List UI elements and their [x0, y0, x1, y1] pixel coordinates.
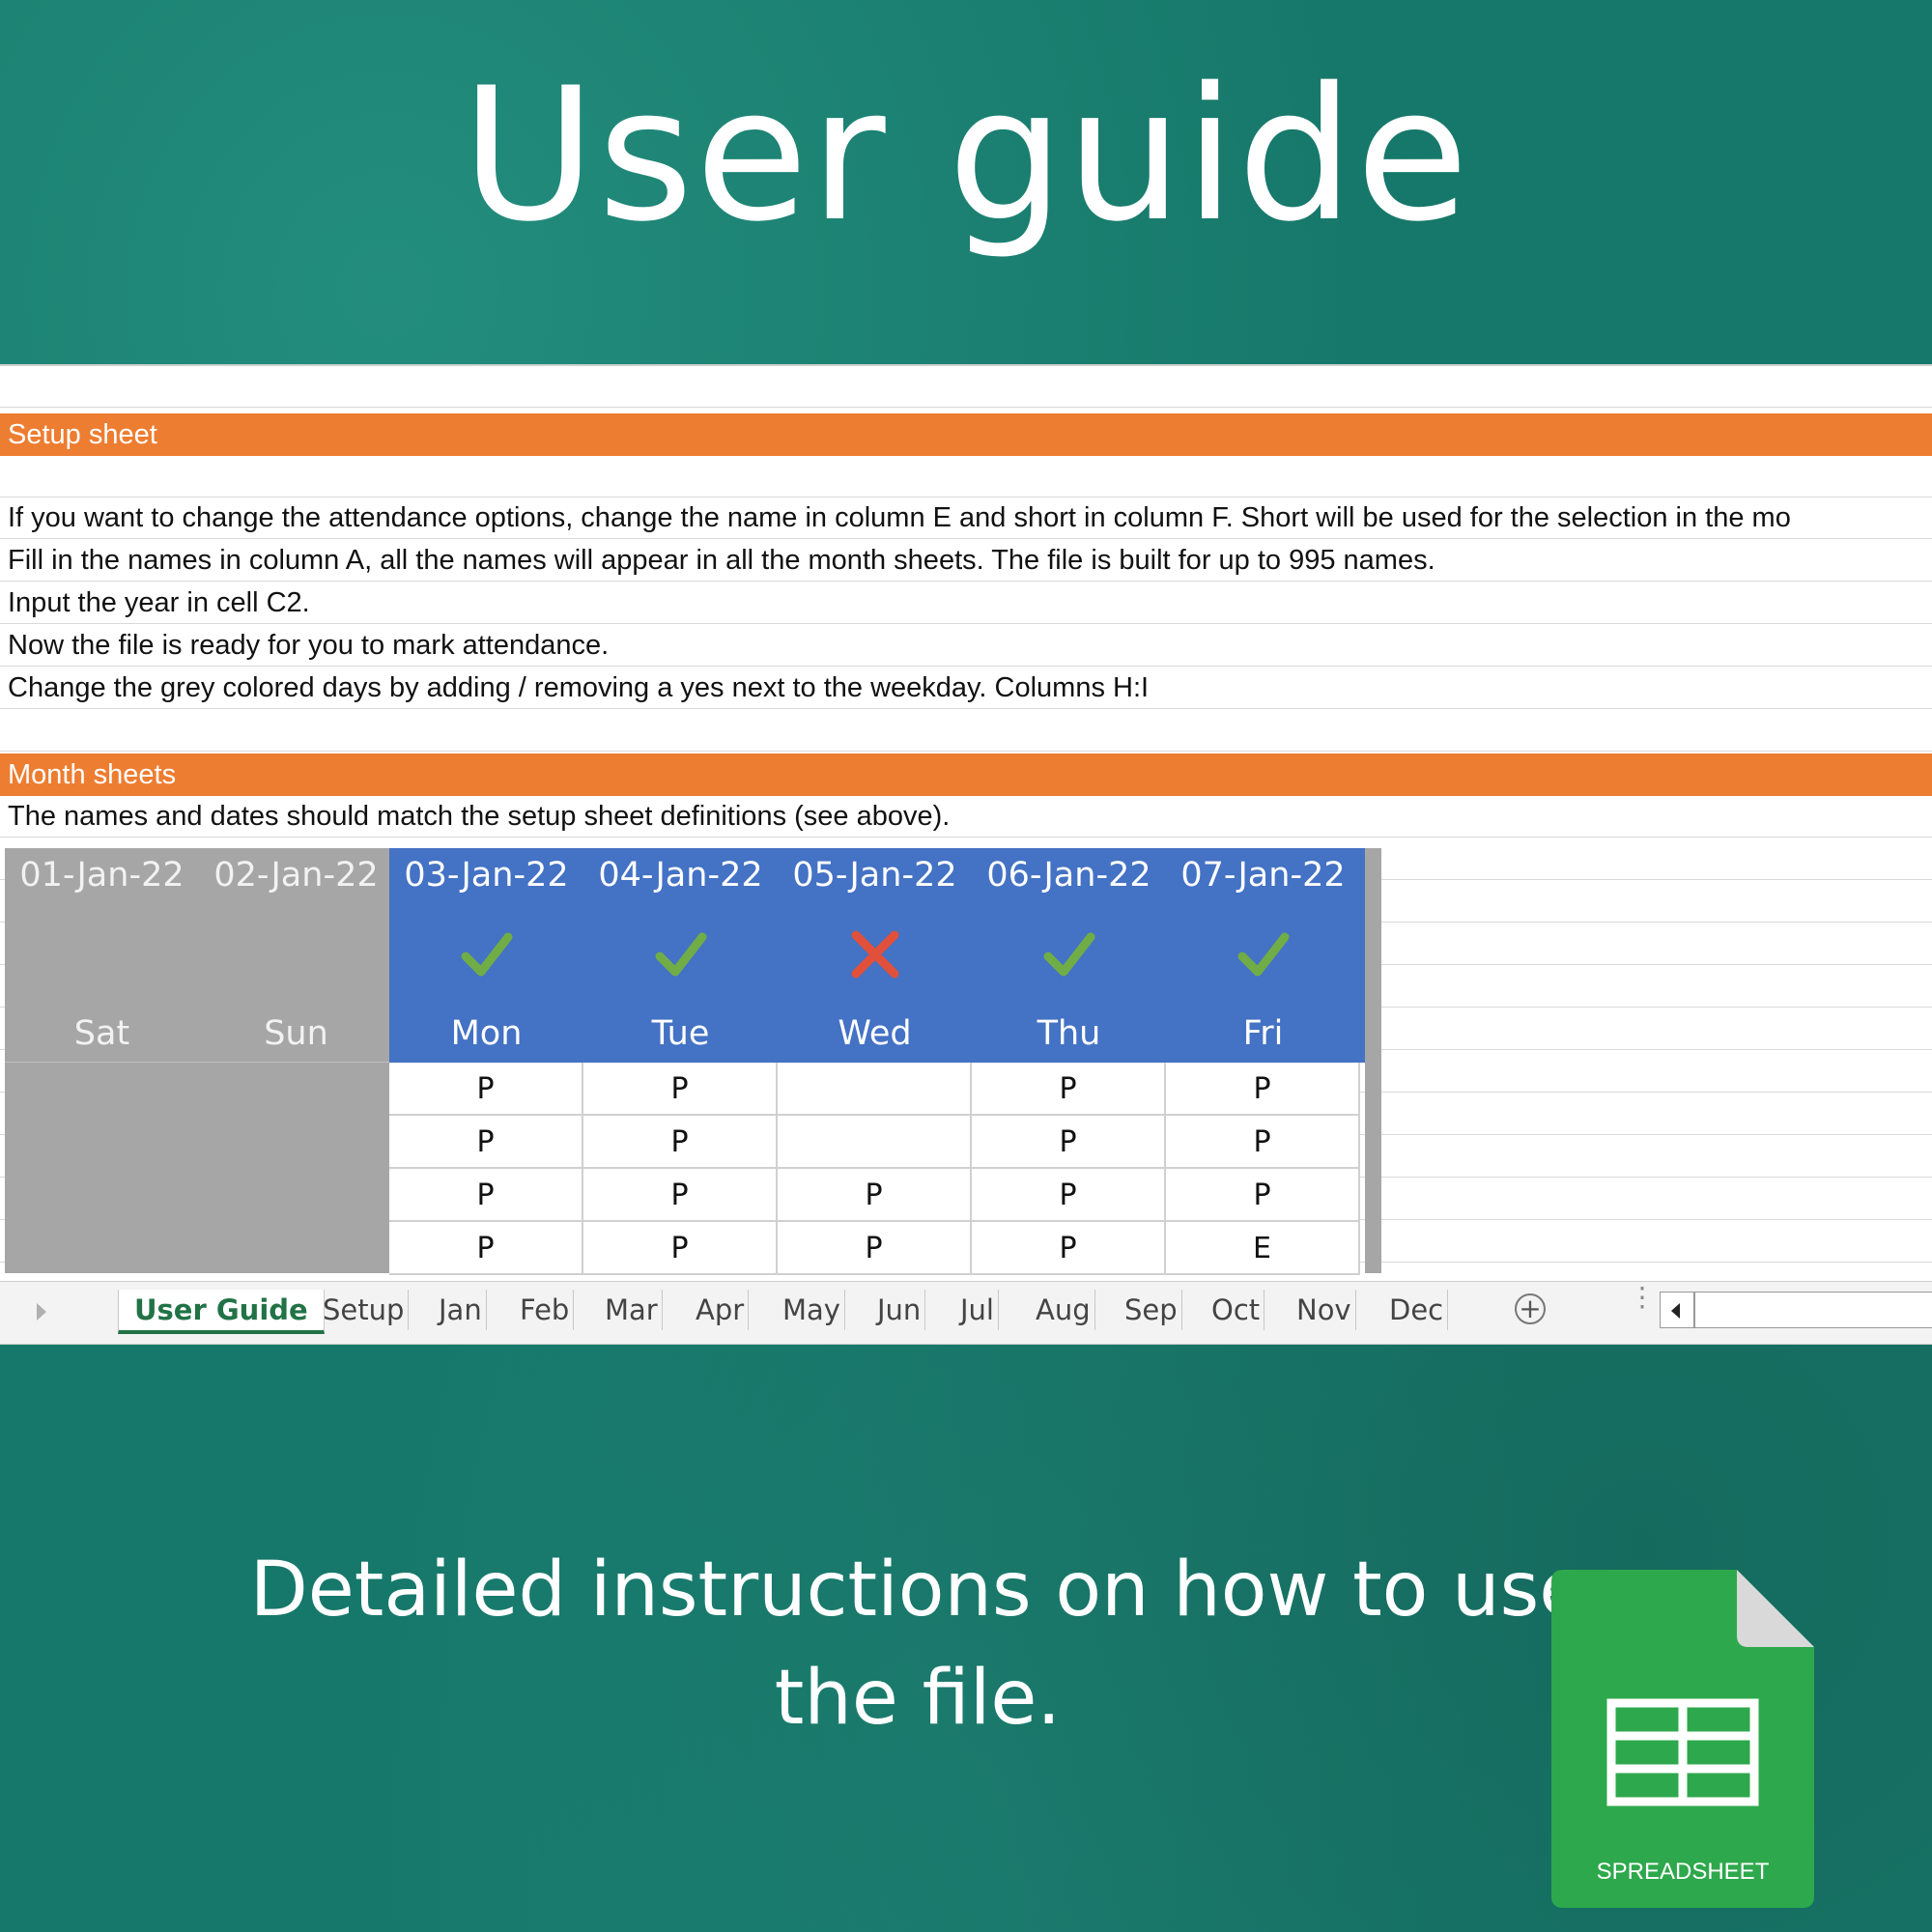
- day-label: Sun: [264, 1014, 328, 1053]
- attendance-cell[interactable]: P: [583, 1116, 778, 1169]
- attendance-cell[interactable]: [778, 1116, 972, 1169]
- tab-scroll-left-icon[interactable]: [37, 1303, 46, 1321]
- attendance-cell[interactable]: P: [389, 1222, 583, 1275]
- date-label: 06-Jan-22: [986, 856, 1151, 895]
- bottom-caption: Detailed instructions on how to use the …: [213, 1536, 1623, 1752]
- date-label: 03-Jan-22: [404, 856, 569, 895]
- setup-instruction-row[interactable]: If you want to change the attendance opt…: [0, 497, 1932, 539]
- date-label: 07-Jan-22: [1180, 856, 1346, 895]
- date-column-sat[interactable]: 01-Jan-22 Sat: [5, 848, 199, 1063]
- blank-row[interactable]: [0, 366, 1932, 408]
- setup-instruction-row[interactable]: Change the grey colored days by adding /…: [0, 668, 1932, 709]
- attendance-cell[interactable]: P: [972, 1116, 1166, 1169]
- tab-user-guide[interactable]: User Guide: [118, 1290, 325, 1334]
- scroll-left-button[interactable]: [1660, 1292, 1694, 1328]
- month-sheets-header[interactable]: Month sheets: [0, 753, 1932, 796]
- setup-instruction-row[interactable]: Now the file is ready for you to mark at…: [0, 625, 1932, 667]
- date-label: 01-Jan-22: [19, 856, 185, 895]
- tab-may[interactable]: May: [779, 1290, 845, 1330]
- attendance-cell[interactable]: P: [389, 1169, 583, 1222]
- attendance-cell[interactable]: P: [778, 1169, 972, 1222]
- date-label: 04-Jan-22: [598, 856, 763, 895]
- blank-row[interactable]: [0, 710, 1932, 752]
- cross-icon: [851, 930, 899, 979]
- attendance-cell[interactable]: P: [389, 1063, 583, 1116]
- date-label: 05-Jan-22: [792, 856, 957, 895]
- attendance-cell[interactable]: P: [583, 1222, 778, 1275]
- attendance-cell[interactable]: [778, 1063, 972, 1116]
- spreadsheet-file-icon: SPREADSHEET: [1551, 1570, 1814, 1908]
- add-sheet-icon[interactable]: +: [1515, 1293, 1546, 1324]
- attendance-cell[interactable]: P: [972, 1222, 1166, 1275]
- sheet-tab-bar: User Guide Setup Jan Feb Mar Apr May Jun…: [0, 1281, 1932, 1345]
- tab-dec[interactable]: Dec: [1385, 1290, 1449, 1330]
- attendance-cell[interactable]: P: [583, 1169, 778, 1222]
- weekday-header-band: 03-Jan-22 Mon 04-Jan-22 Tue 05-Jan-22 We…: [389, 848, 1365, 1063]
- attendance-cell[interactable]: P: [1166, 1169, 1360, 1222]
- checkmark-icon: [461, 932, 513, 977]
- day-label: Tue: [651, 1014, 710, 1053]
- setup-instruction-row[interactable]: Fill in the names in column A, all the n…: [0, 540, 1932, 582]
- date-column-wed[interactable]: 05-Jan-22 Wed: [778, 848, 972, 1063]
- tab-mar[interactable]: Mar: [601, 1290, 663, 1330]
- attendance-cell[interactable]: P: [972, 1169, 1166, 1222]
- weekend-columns: 01-Jan-22 Sat 02-Jan-22 Sun: [5, 848, 389, 1273]
- tab-sep[interactable]: Sep: [1121, 1290, 1182, 1330]
- tab-jan[interactable]: Jan: [435, 1290, 487, 1330]
- day-label: Mon: [450, 1014, 523, 1053]
- tab-apr[interactable]: Apr: [692, 1290, 750, 1330]
- date-column-tue[interactable]: 04-Jan-22 Tue: [583, 848, 778, 1063]
- month-instruction-row[interactable]: The names and dates should match the set…: [0, 796, 1932, 838]
- horizontal-scrollbar[interactable]: [1694, 1292, 1932, 1328]
- checkmark-icon: [1237, 932, 1290, 977]
- attendance-cell[interactable]: P: [778, 1222, 972, 1275]
- date-column-thu[interactable]: 06-Jan-22 Thu: [972, 848, 1166, 1063]
- tab-jul[interactable]: Jul: [956, 1290, 999, 1330]
- tab-aug[interactable]: Aug: [1032, 1290, 1095, 1330]
- tab-setup[interactable]: Setup: [319, 1290, 410, 1330]
- tab-oct[interactable]: Oct: [1208, 1290, 1265, 1330]
- attendance-cell[interactable]: E: [1166, 1222, 1360, 1275]
- hero-title: User guide: [461, 48, 1471, 262]
- divider: [5, 1062, 389, 1063]
- date-column-sun[interactable]: 02-Jan-22 Sun: [199, 848, 393, 1063]
- day-label: Wed: [838, 1014, 912, 1053]
- attendance-cell[interactable]: P: [389, 1116, 583, 1169]
- caption-line-2: the file.: [774, 1655, 1062, 1742]
- attendance-cell[interactable]: P: [1166, 1063, 1360, 1116]
- more-options-icon[interactable]: ⋮: [1629, 1284, 1656, 1311]
- blank-row[interactable]: [0, 456, 1932, 497]
- day-label: Thu: [1037, 1014, 1101, 1053]
- tab-jun[interactable]: Jun: [873, 1290, 926, 1330]
- table-edge: [1365, 848, 1381, 1273]
- caption-line-1: Detailed instructions on how to use: [249, 1547, 1586, 1634]
- day-label: Fri: [1242, 1014, 1284, 1053]
- day-label: Sat: [73, 1014, 130, 1053]
- attendance-cell[interactable]: P: [1166, 1116, 1360, 1169]
- attendance-cell[interactable]: P: [972, 1063, 1166, 1116]
- checkmark-icon: [1043, 932, 1095, 977]
- setup-sheet-header[interactable]: Setup sheet: [0, 413, 1932, 456]
- setup-instruction-row[interactable]: Input the year in cell C2.: [0, 582, 1932, 624]
- attendance-preview: 01-Jan-22 Sat 02-Jan-22 Sun 03-Jan-22 Mo…: [5, 848, 1381, 1275]
- tab-feb[interactable]: Feb: [516, 1290, 575, 1330]
- file-icon-label: SPREADSHEET: [1597, 1859, 1770, 1885]
- date-label: 02-Jan-22: [213, 856, 379, 895]
- checkmark-icon: [655, 932, 707, 977]
- date-column-mon[interactable]: 03-Jan-22 Mon: [389, 848, 583, 1063]
- tab-nov[interactable]: Nov: [1293, 1290, 1356, 1330]
- attendance-cell[interactable]: P: [583, 1063, 778, 1116]
- date-column-fri[interactable]: 07-Jan-22 Fri: [1166, 848, 1360, 1063]
- spreadsheet-view: Setup sheet If you want to change the at…: [0, 364, 1932, 1345]
